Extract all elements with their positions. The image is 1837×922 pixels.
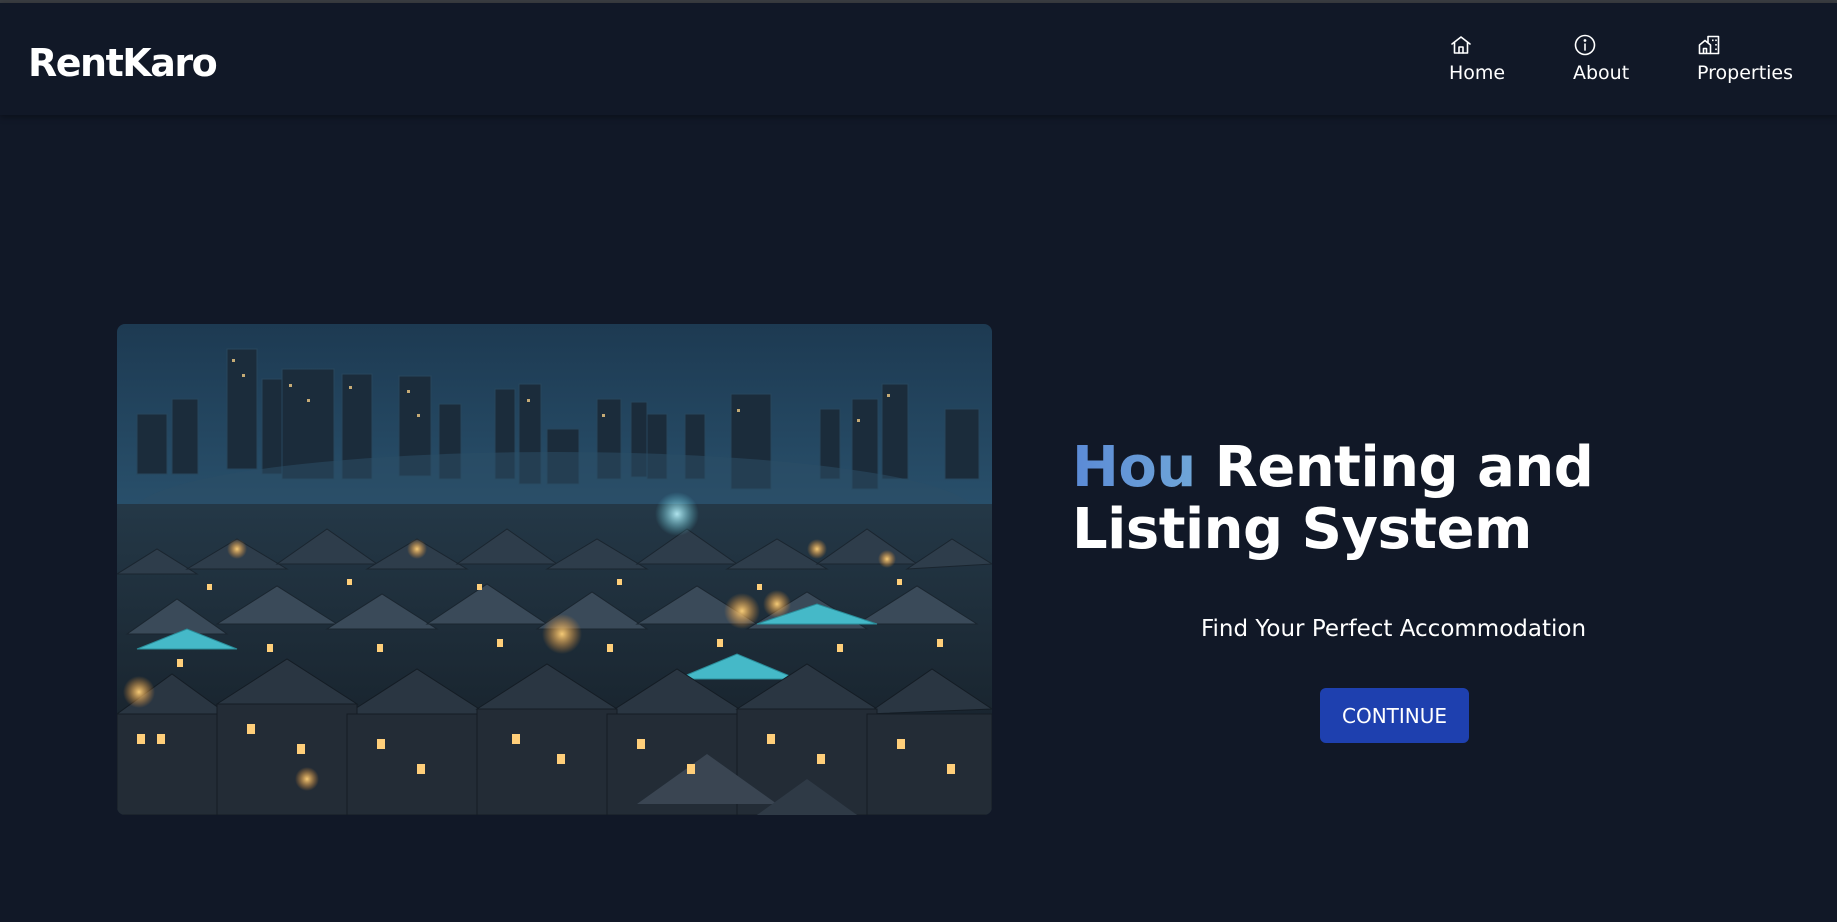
navbar: RentKaro Home About Properties (0, 3, 1837, 115)
nav-label-properties: Properties (1697, 62, 1794, 84)
hero-subtitle: Find Your Perfect Accommodation (1200, 616, 1587, 642)
hero-image (117, 324, 992, 815)
hero-title: Hou Renting and Listing System (1072, 437, 1712, 561)
nav-label-home: Home (1449, 62, 1506, 84)
nav-item-home[interactable]: Home (1449, 33, 1505, 84)
home-icon (1451, 36, 1471, 54)
buildings-icon (1698, 35, 1720, 55)
continue-button[interactable]: CONTINUE (1320, 688, 1469, 743)
brand-logo[interactable]: RentKaro (28, 41, 218, 85)
nav-item-about[interactable]: About (1573, 33, 1629, 84)
info-icon (1574, 34, 1596, 56)
nav-label-about: About (1573, 62, 1630, 84)
hero-title-accent: Hou (1072, 435, 1196, 500)
nav-item-properties[interactable]: Properties (1697, 33, 1793, 84)
